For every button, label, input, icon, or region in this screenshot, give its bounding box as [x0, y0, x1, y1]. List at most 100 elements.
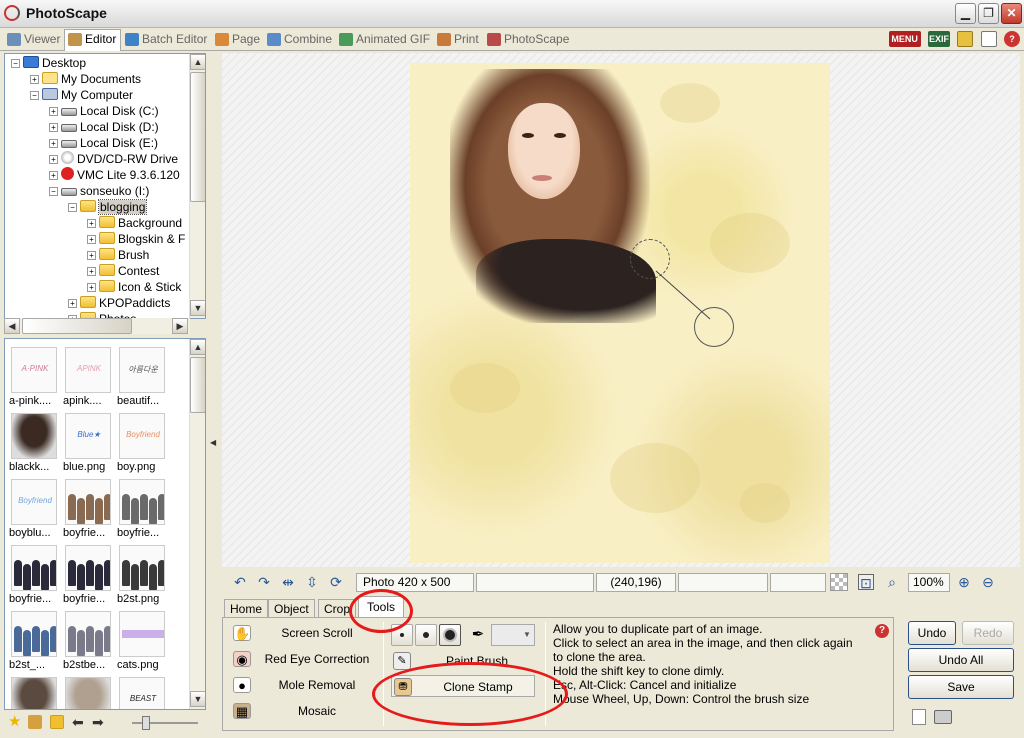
expand-icon[interactable]: + — [87, 283, 96, 292]
thumb-scroll-thumb[interactable] — [190, 357, 205, 413]
expand-icon[interactable]: + — [49, 123, 58, 132]
tree-vertical-scrollbar[interactable]: ▲ ▼ — [189, 54, 205, 318]
tree-item[interactable]: + KPOPaddicts — [68, 295, 170, 311]
tab-page[interactable]: Page — [212, 30, 264, 50]
collapse-icon[interactable]: − — [49, 187, 58, 196]
maximize-button[interactable]: ❐ — [978, 3, 999, 24]
thumbnail[interactable]: b2st.png — [115, 539, 179, 605]
brush-medium-button[interactable] — [415, 624, 437, 646]
tree-item[interactable]: + My Documents — [30, 71, 141, 87]
copy-icon[interactable] — [980, 31, 997, 47]
thumbnail-panel[interactable]: A·PINK a-pink.... APINK apink.... 아름다운 beauti… — [4, 338, 206, 710]
rotate-left-icon[interactable]: ↶ — [232, 574, 248, 590]
flip-vertical-icon[interactable]: ⇳ — [304, 574, 320, 590]
tab-batch-editor[interactable]: Batch Editor — [122, 30, 211, 50]
expand-icon[interactable]: + — [87, 219, 96, 228]
redo-button[interactable]: Redo — [962, 621, 1014, 645]
thumbnail[interactable]: cats.png — [115, 605, 179, 671]
collapse-icon[interactable]: − — [68, 203, 77, 212]
tree-item[interactable]: + VMC Lite 9.3.6.120 — [49, 167, 180, 183]
scroll-left-button[interactable]: ◀ — [4, 318, 20, 334]
scroll-thumb[interactable] — [190, 72, 205, 202]
actual-size-icon[interactable]: ⊡ — [858, 574, 874, 591]
thumbnail[interactable]: Boyfriend boy.png — [115, 407, 179, 473]
tree-item[interactable]: − sonseuko (I:) — [49, 183, 149, 199]
minimize-button[interactable]: ▁ — [955, 3, 976, 24]
thumb-scroll-up[interactable]: ▲ — [190, 339, 205, 355]
tree-item[interactable]: − Desktop — [11, 55, 86, 71]
color-dropdown[interactable]: ▼ — [491, 624, 535, 646]
expand-icon[interactable]: + — [68, 299, 77, 308]
thumbnail[interactable]: BEAST — [115, 671, 179, 709]
tool-mole-removal[interactable]: ● Mole Removal — [231, 674, 379, 696]
forward-arrow-icon[interactable]: ➡ — [92, 715, 106, 729]
tool-mosaic[interactable]: ▦ Mosaic — [231, 700, 379, 722]
expand-icon[interactable]: + — [87, 267, 96, 276]
zoom-out-icon[interactable]: ⊖ — [980, 574, 996, 590]
flip-horizontal-icon[interactable]: ⇹ — [280, 574, 296, 590]
print-icon[interactable] — [934, 710, 952, 724]
zoom-in-icon[interactable]: ⊕ — [956, 574, 972, 590]
expand-icon[interactable]: + — [49, 139, 58, 148]
expand-icon[interactable]: + — [30, 75, 39, 84]
thumbnail[interactable]: 아름다운 beautif... — [115, 341, 179, 407]
thumb-scroll-down[interactable]: ▼ — [190, 691, 205, 707]
tree-item[interactable]: − My Computer — [30, 87, 133, 103]
tree-item[interactable]: − blogging — [68, 199, 148, 215]
scroll-right-button[interactable]: ▶ — [172, 318, 188, 334]
collapse-icon[interactable]: − — [11, 59, 20, 68]
folder-icon[interactable] — [957, 31, 974, 47]
panel-divider[interactable]: ◀ — [208, 53, 220, 734]
scroll-up-button[interactable]: ▲ — [190, 54, 205, 70]
scroll-down-button[interactable]: ▼ — [190, 300, 205, 316]
brush-small-button[interactable] — [391, 624, 413, 646]
transparency-icon[interactable] — [830, 573, 848, 591]
canvas-area[interactable] — [222, 53, 1020, 567]
tab-viewer[interactable]: Viewer — [4, 30, 64, 50]
tree-item[interactable]: + Local Disk (D:) — [49, 119, 159, 135]
tree-item[interactable]: + Local Disk (E:) — [49, 135, 158, 151]
tree-item[interactable]: + Contest — [87, 263, 159, 279]
swap-icon[interactable] — [28, 715, 42, 729]
expand-icon[interactable]: + — [49, 171, 58, 180]
expand-icon[interactable]: + — [87, 251, 96, 260]
open-folder-icon[interactable] — [50, 715, 64, 729]
menu-button[interactable]: MENU — [888, 31, 921, 47]
tab-print[interactable]: Print — [434, 30, 483, 50]
brush-large-button[interactable] — [439, 624, 461, 646]
clone-stamp-tool[interactable]: ⛃ Clone Stamp — [391, 675, 535, 697]
tab-animated-gif[interactable]: Animated GIF — [336, 30, 434, 50]
rotate-right-icon[interactable]: ↷ — [256, 574, 272, 590]
collapse-icon[interactable]: − — [30, 91, 39, 100]
tool-red-eye-correction[interactable]: ◉ Red Eye Correction — [231, 648, 379, 670]
tab-editor[interactable]: Editor — [64, 29, 122, 51]
collapse-arrow-icon[interactable]: ◀ — [210, 438, 216, 447]
paint-brush-tool[interactable]: ✎ Paint Brush — [391, 650, 535, 672]
thumb-vertical-scrollbar[interactable]: ▲ ▼ — [189, 339, 205, 709]
photo-canvas[interactable] — [410, 63, 830, 563]
tree-item[interactable]: + Icon & Stick — [87, 279, 181, 295]
tab-photoscape[interactable]: PhotoScape — [484, 30, 573, 50]
new-document-icon[interactable] — [912, 709, 926, 725]
tab-home[interactable]: Home — [224, 599, 269, 618]
tool-help-icon[interactable]: ? — [875, 624, 889, 638]
slider-handle[interactable] — [142, 716, 150, 730]
tab-combine[interactable]: Combine — [264, 30, 336, 50]
tab-object[interactable]: Object — [268, 599, 315, 618]
tab-crop[interactable]: Crop — [318, 599, 357, 618]
tab-tools[interactable]: Tools — [358, 596, 405, 618]
undo-button[interactable]: Undo — [908, 621, 956, 645]
tool-screen-scroll[interactable]: ✋ Screen Scroll — [231, 622, 379, 644]
thumbnail[interactable]: boyfrie... — [115, 473, 179, 539]
expand-icon[interactable]: + — [49, 155, 58, 164]
refresh-icon[interactable]: ⟳ — [328, 574, 344, 590]
back-arrow-icon[interactable]: ⬅ — [72, 715, 86, 729]
save-button[interactable]: Save — [908, 675, 1014, 699]
tree-item[interactable]: + Brush — [87, 247, 149, 263]
star-icon[interactable]: ★ — [8, 714, 22, 729]
tree-horizontal-scrollbar[interactable]: ◀ ▶ — [4, 318, 190, 334]
exif-button[interactable]: EXIF — [927, 31, 950, 47]
fit-zoom-icon[interactable]: ⌕ — [884, 574, 900, 590]
tree-item[interactable]: + Local Disk (C:) — [49, 103, 159, 119]
close-button[interactable]: ✕ — [1001, 3, 1022, 24]
